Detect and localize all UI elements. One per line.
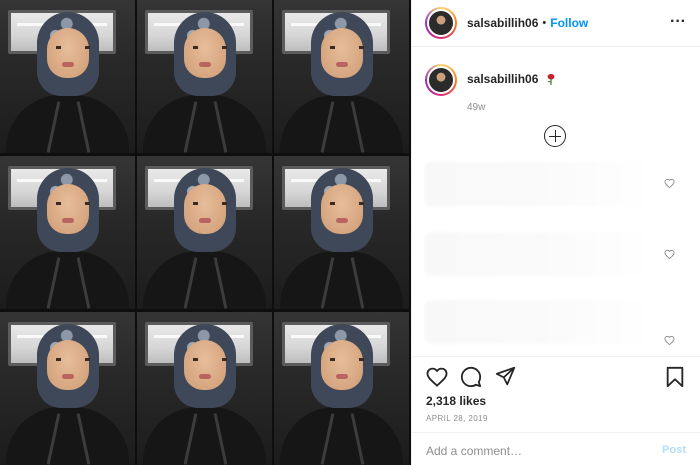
caption: salsabillih06 49w [425, 64, 685, 113]
avatar[interactable] [425, 7, 457, 39]
like-heart-icon[interactable] [426, 367, 448, 387]
caption-username[interactable]: salsabillih06 [467, 72, 538, 86]
post-comment-button[interactable]: Post [662, 444, 686, 456]
header-username[interactable]: salsabillih06 [467, 16, 538, 30]
heart-outline-icon[interactable] [664, 249, 675, 260]
caption-time[interactable]: 49w [467, 102, 556, 113]
post-header: salsabillih06 • Follow ··· [411, 0, 700, 47]
comment-placeholder [425, 162, 650, 206]
post-photo[interactable] [0, 0, 411, 465]
comment-input[interactable] [426, 442, 646, 460]
like-count[interactable]: 2,318 likes [426, 394, 486, 408]
photo-tile [274, 0, 409, 153]
plus-circle-icon[interactable] [544, 125, 566, 147]
photo-tile [0, 0, 135, 153]
follow-button[interactable]: Follow [550, 16, 588, 30]
photo-tile [0, 156, 135, 309]
photo-tile [274, 312, 409, 465]
photo-tile [137, 156, 272, 309]
photo-tile [137, 312, 272, 465]
comment-placeholder [425, 232, 650, 276]
comment-bubble-icon[interactable] [460, 366, 482, 388]
caption-avatar[interactable] [425, 64, 457, 96]
share-send-icon[interactable] [495, 366, 516, 387]
photo-tile [137, 0, 272, 153]
separator-dot: • [542, 17, 547, 29]
heart-outline-icon[interactable] [664, 178, 675, 189]
bookmark-icon[interactable] [665, 366, 685, 388]
post-actions: 2,318 likes APRIL 28, 2019 Post [411, 356, 700, 465]
photo-tile [274, 156, 409, 309]
photo-tile [0, 312, 135, 465]
post-date: APRIL 28, 2019 [426, 414, 488, 423]
comment-placeholder [425, 300, 650, 344]
more-options-icon[interactable]: ··· [670, 14, 686, 30]
rose-icon [547, 74, 555, 85]
comment-bar: Post [411, 432, 700, 465]
heart-outline-icon[interactable] [664, 335, 675, 346]
